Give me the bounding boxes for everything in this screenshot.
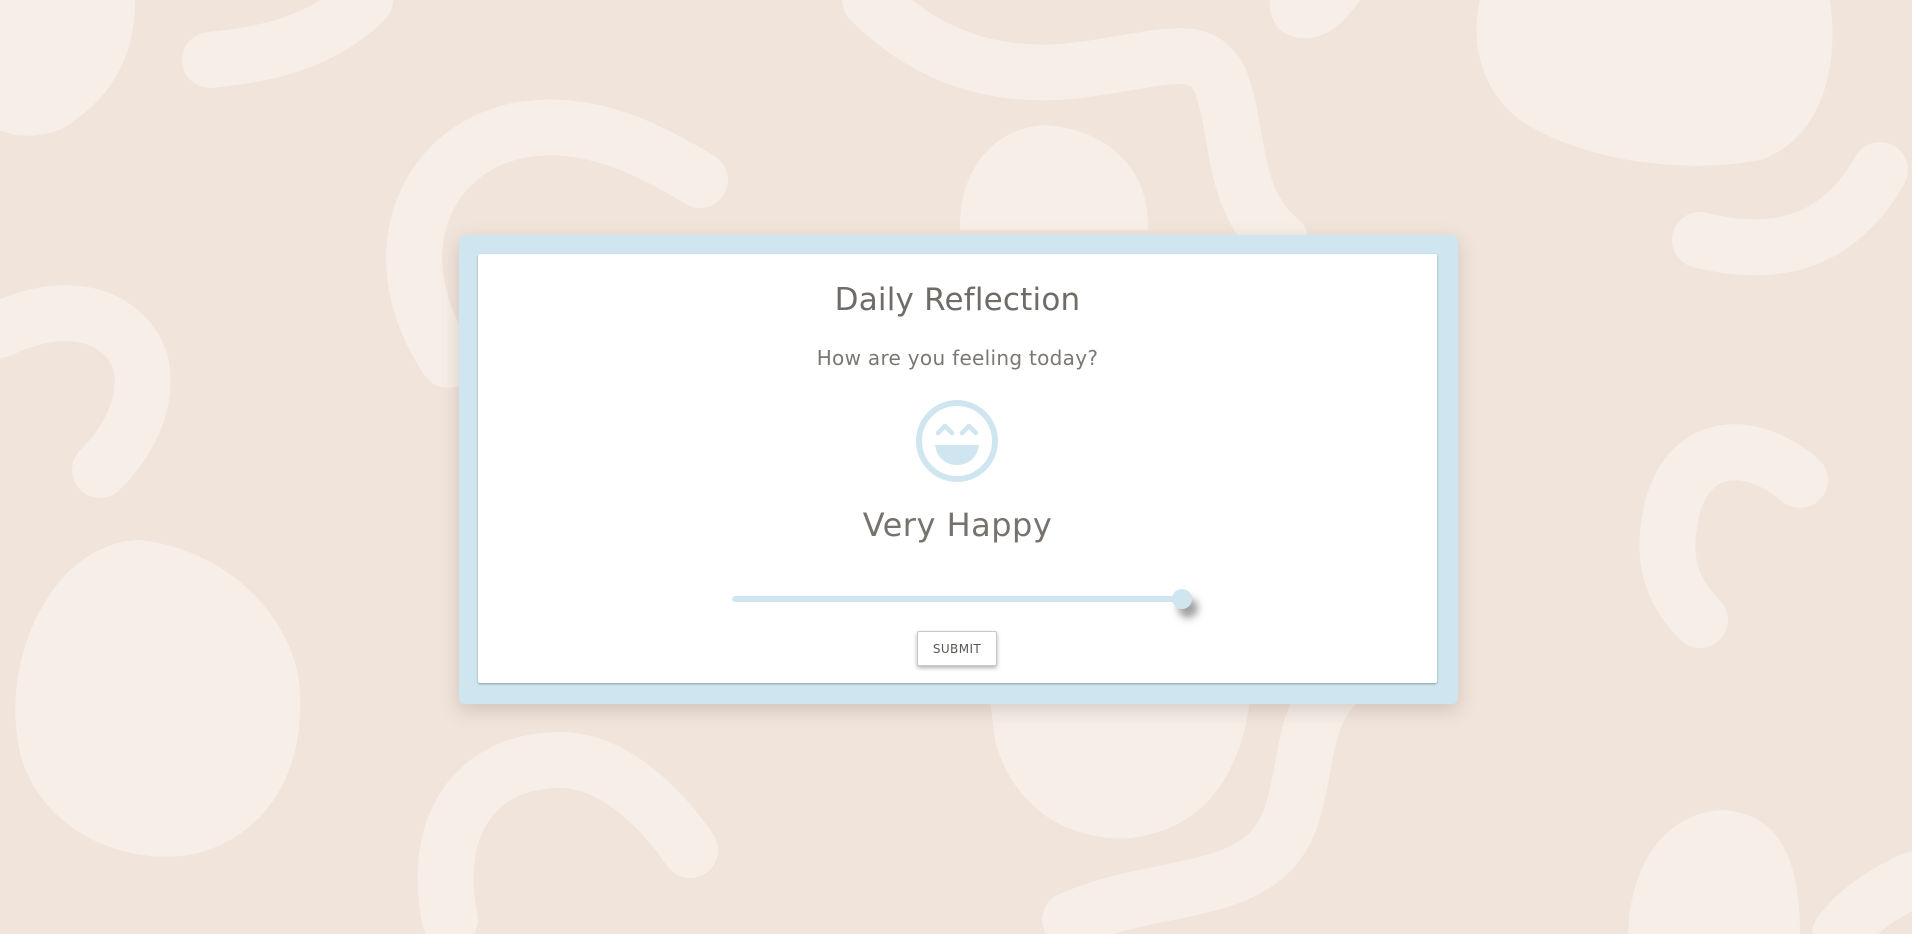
mood-slider-thumb[interactable] (1172, 589, 1192, 609)
mood-slider-track[interactable] (732, 596, 1182, 602)
mood-slider[interactable] (732, 587, 1192, 617)
mood-label: Very Happy (862, 506, 1053, 544)
smile-very-happy-icon (916, 400, 998, 482)
submit-button[interactable]: SUBMIT (917, 631, 997, 666)
card-frame: Daily Reflection How are you feeling tod… (459, 235, 1458, 704)
card-title: Daily Reflection (834, 282, 1081, 318)
reflection-card: Daily Reflection How are you feeling tod… (478, 254, 1437, 683)
mood-question: How are you feeling today? (816, 346, 1099, 370)
